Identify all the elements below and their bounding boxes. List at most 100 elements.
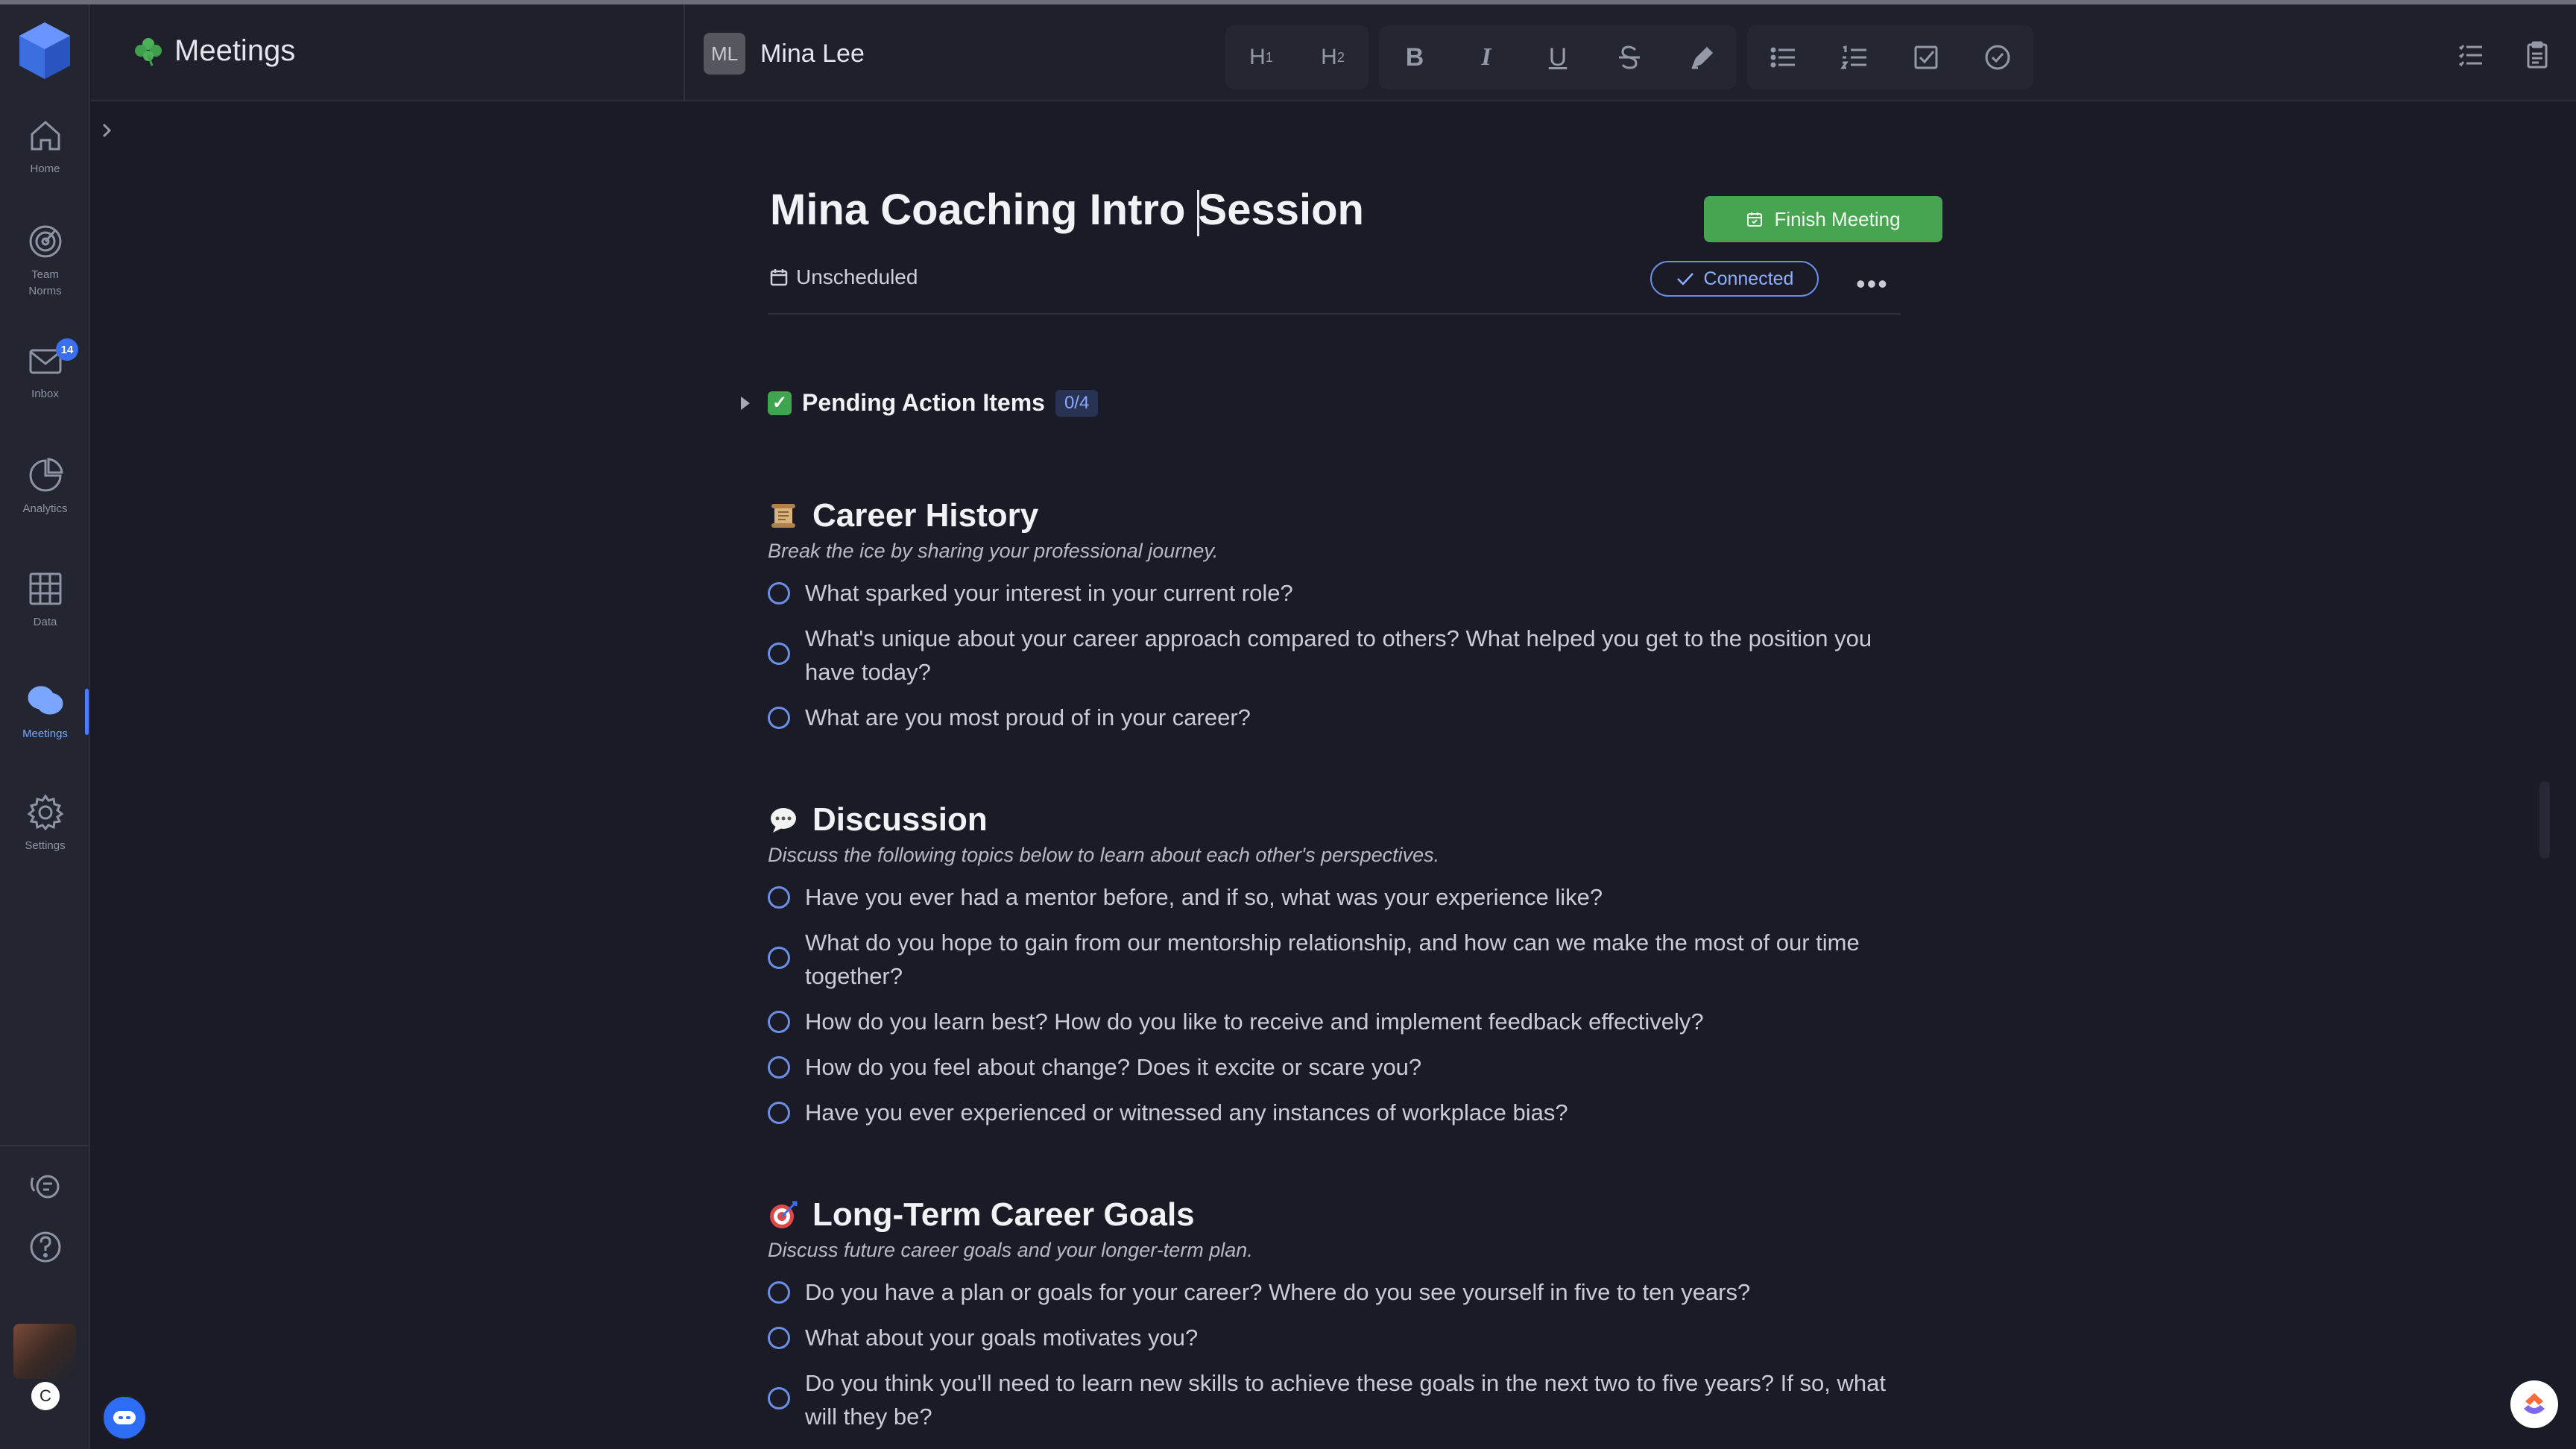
bullet-list-icon	[1770, 47, 1795, 68]
finish-meeting-button[interactable]: Finish Meeting	[1704, 196, 1942, 242]
sidebar-divider	[0, 1145, 90, 1146]
scrollbar-thumb[interactable]	[2539, 781, 2550, 859]
calendar-check-icon	[1747, 212, 1763, 227]
highlight-button[interactable]	[1665, 25, 1737, 89]
bullet-list-button[interactable]	[1747, 25, 1819, 89]
list-item: Have you ever experienced or witnessed a…	[768, 1096, 1901, 1129]
sidebar-item-label: Meetings	[22, 727, 68, 740]
section-subtitle: Break the ice by sharing your profession…	[768, 540, 1219, 562]
workspace-avatar[interactable]: C	[30, 1380, 61, 1412]
radio-circle[interactable]	[768, 886, 790, 909]
radio-circle[interactable]	[768, 1281, 790, 1304]
header-divider	[684, 4, 685, 101]
sidebar-item-label: Data	[33, 616, 57, 628]
numbered-list-icon	[1840, 45, 1866, 69]
sidebar-item-meetings[interactable]: Meetings	[0, 681, 90, 771]
table-icon	[29, 572, 61, 605]
italic-button[interactable]: I	[1450, 25, 1522, 89]
list-item: What sparked your interest in your curre…	[768, 576, 1901, 610]
action-item-button[interactable]	[1962, 25, 2033, 89]
text-format-toolbar-group: B I U	[1379, 25, 1737, 89]
list-item: What are you most proud of in your caree…	[768, 701, 1901, 734]
list-item: What's unique about your career approach…	[768, 622, 1901, 689]
caret-right-icon	[741, 396, 750, 410]
sidebar-item-team-norms[interactable]: Team Norms	[0, 222, 90, 312]
section-title[interactable]: Career History	[812, 497, 1038, 534]
radio-circle[interactable]	[768, 1387, 790, 1409]
meeting-participant[interactable]: ML Mina Lee	[704, 33, 865, 75]
page-title: Meetings	[133, 34, 295, 68]
highlighter-icon	[1691, 46, 1714, 69]
user-avatar[interactable]	[13, 1324, 76, 1379]
question-list: What sparked your interest in your curre…	[768, 576, 1901, 734]
strikethrough-button[interactable]	[1594, 25, 1665, 89]
list-item: Do you think you'll need to learn new sk…	[768, 1366, 1901, 1433]
pending-count-badge: 0/4	[1055, 389, 1099, 417]
title-divider	[768, 313, 1901, 315]
radio-circle[interactable]	[768, 707, 790, 729]
list-item: How do you learn best? How do you like t…	[768, 1005, 1901, 1038]
speech-bubble-icon	[768, 804, 799, 836]
question-list: Do you have a plan or goals for your car…	[768, 1275, 1901, 1433]
scroll-icon	[768, 500, 799, 531]
help-icon[interactable]	[27, 1228, 64, 1266]
sidebar-item-home[interactable]: Home	[0, 116, 90, 206]
ideas-icon[interactable]	[27, 1169, 64, 1206]
strikethrough-icon	[1619, 45, 1640, 69]
section-title[interactable]: Discussion	[812, 801, 988, 839]
checkbox-icon	[1914, 45, 1938, 69]
active-indicator	[85, 689, 89, 735]
participant-avatar: ML	[704, 33, 745, 75]
section-title[interactable]: Long-Term Career Goals	[812, 1196, 1195, 1234]
page-title-text: Meetings	[174, 34, 296, 67]
pending-action-items-toggle[interactable]: ✓ Pending Action Items 0/4	[741, 389, 1099, 417]
radio-circle[interactable]	[768, 1011, 790, 1033]
sidebar-item-data[interactable]: Data	[0, 569, 90, 659]
bold-button[interactable]: B	[1379, 25, 1450, 89]
section-subtitle: Discuss the following topics below to le…	[768, 844, 1440, 866]
check-circle-icon	[1985, 45, 2010, 70]
numbered-list-button[interactable]	[1819, 25, 1890, 89]
pending-action-items-label: Pending Action Items	[802, 389, 1045, 416]
list-item: How do you feel about change? Does it ex…	[768, 1050, 1901, 1084]
heading-1-button[interactable]: H1	[1225, 25, 1297, 89]
app-logo-icon[interactable]	[16, 21, 73, 80]
participant-name: Mina Lee	[760, 39, 865, 68]
radio-circle[interactable]	[768, 582, 790, 604]
section-subtitle: Discuss future career goals and your lon…	[768, 1239, 1253, 1261]
more-options-button[interactable]: •••	[1856, 268, 1889, 300]
radio-circle[interactable]	[768, 947, 790, 969]
left-sidebar: Home Team Norms Inbox 14 Analytics Data M…	[0, 4, 90, 1449]
connected-status-button[interactable]: Connected	[1650, 261, 1819, 297]
agenda-section-discussion: Discussion Discuss the following topics …	[768, 799, 1901, 1141]
sidebar-item-label: Settings	[25, 839, 66, 852]
schedule-label: Unscheduled	[796, 265, 918, 288]
sidebar-item-label: Analytics	[22, 502, 68, 515]
support-chat-button[interactable]	[101, 1395, 148, 1441]
radio-circle[interactable]	[768, 643, 790, 665]
calendar-icon	[770, 269, 788, 286]
schedule-picker[interactable]: Unscheduled	[769, 265, 918, 289]
checklist-button[interactable]	[1890, 25, 1962, 89]
sidebar-item-analytics[interactable]: Analytics	[0, 456, 90, 546]
sidebar-item-label: Home	[30, 162, 60, 175]
radio-circle[interactable]	[768, 1102, 790, 1124]
home-icon	[31, 120, 60, 151]
chevron-right-icon[interactable]	[95, 119, 118, 142]
sidebar-item-label: Inbox	[31, 388, 59, 400]
heading-2-button[interactable]: H2	[1297, 25, 1368, 89]
list-item: Do you have a plan or goals for your car…	[768, 1275, 1901, 1309]
gear-icon	[26, 794, 64, 831]
underline-button[interactable]: U	[1522, 25, 1594, 89]
clover-icon	[135, 37, 162, 66]
radio-circle[interactable]	[768, 1056, 790, 1079]
target-icon	[29, 225, 61, 258]
top-header: Meetings ML Mina Lee H1 H2 B I U	[91, 4, 2576, 101]
notes-panel-button[interactable]	[2522, 40, 2552, 74]
meeting-title[interactable]: Mina Coaching Intro Session	[770, 185, 1364, 236]
radio-circle[interactable]	[768, 1327, 790, 1349]
sidebar-item-settings[interactable]: Settings	[0, 793, 90, 883]
connected-label: Connected	[1703, 268, 1794, 289]
clickup-logo-icon[interactable]	[2510, 1380, 2558, 1428]
outline-toggle-button[interactable]	[2455, 40, 2485, 74]
